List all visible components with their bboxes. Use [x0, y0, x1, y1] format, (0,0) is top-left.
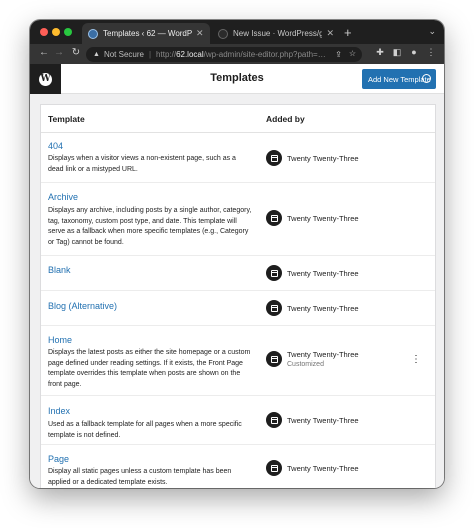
- url-separator: |: [148, 50, 152, 59]
- forward-arrow-icon[interactable]: →: [53, 47, 65, 58]
- browser-menu-icon[interactable]: ⋮: [425, 47, 437, 58]
- theme-name: Twenty Twenty-Three: [287, 268, 359, 278]
- add-new-template-button[interactable]: Add New Template: [362, 69, 436, 89]
- back-arrow-icon[interactable]: ←: [38, 47, 50, 58]
- template-description: Displays when a visitor views a non-exis…: [48, 155, 236, 173]
- added-by: Twenty Twenty-Three: [266, 460, 359, 476]
- added-by: Twenty Twenty-Three: [266, 300, 359, 316]
- extensions-icon[interactable]: ✚: [374, 47, 386, 58]
- template-link[interactable]: Home: [48, 335, 72, 345]
- added-by: Twenty Twenty-Three: [266, 150, 359, 166]
- tab-search-chevron-icon[interactable]: ⌄: [428, 26, 436, 37]
- editor-header: W Templates Add New Template: [30, 64, 444, 94]
- url-host: 62.local: [176, 50, 204, 59]
- column-header-template: Template: [48, 114, 85, 124]
- table-row: Blog (Alternative) Twenty Twenty-Three: [41, 291, 435, 326]
- table-row: Page Display all static pages unless a c…: [41, 445, 435, 488]
- template-link[interactable]: Index: [48, 406, 70, 416]
- warning-icon: ▲: [93, 51, 100, 58]
- browser-toolbar: ← → ↻ ▲ Not Secure | http://62.local/wp-…: [30, 44, 444, 64]
- column-header-added-by: Added by: [266, 114, 305, 124]
- tab-templates[interactable]: Templates ‹ 62 — WordPress ✕: [82, 23, 210, 44]
- tab-title: Templates ‹ 62 — WordPress: [103, 29, 192, 38]
- added-by: Twenty Twenty-Three Customized: [266, 350, 359, 368]
- wordpress-logo-icon: W: [39, 72, 52, 86]
- theme-name: Twenty Twenty-Three: [287, 463, 359, 473]
- added-by: Twenty Twenty-Three: [266, 210, 359, 226]
- more-actions-icon[interactable]: ⋮: [411, 355, 421, 365]
- added-by: Twenty Twenty-Three: [266, 412, 359, 428]
- template-link[interactable]: Blank: [48, 265, 71, 275]
- table-header: Template Added by: [41, 105, 435, 133]
- theme-name: Twenty Twenty-Three: [287, 350, 359, 359]
- address-bar[interactable]: ▲ Not Secure | http://62.local/wp-admin/…: [86, 47, 362, 62]
- sidebar-icon[interactable]: ◧: [391, 47, 403, 58]
- url-scheme: http://: [156, 50, 177, 59]
- window-maximize-button[interactable]: [64, 28, 72, 36]
- table-row: Blank Twenty Twenty-Three: [41, 256, 435, 291]
- tab-title: New Issue · WordPress/gutenb…: [233, 29, 323, 38]
- template-link[interactable]: Archive: [48, 192, 78, 202]
- browser-window: Templates ‹ 62 — WordPress ✕ New Issue ·…: [30, 20, 444, 488]
- template-link[interactable]: Blog (Alternative): [48, 301, 117, 311]
- github-favicon-icon: [218, 28, 228, 39]
- added-by: Twenty Twenty-Three: [266, 265, 359, 281]
- theme-name: Twenty Twenty-Three: [287, 303, 359, 313]
- share-icon[interactable]: ⇪: [335, 50, 342, 59]
- theme-name: Twenty Twenty-Three: [287, 415, 359, 425]
- templates-table: Template Added by 404 Displays when a vi…: [40, 104, 436, 488]
- template-description: Display all static pages unless a custom…: [48, 468, 232, 486]
- table-row: 404 Displays when a visitor views a non-…: [41, 133, 435, 183]
- theme-layout-icon: [266, 300, 282, 316]
- template-link[interactable]: Page: [48, 454, 69, 464]
- customized-status: Customized: [287, 361, 324, 368]
- window-minimize-button[interactable]: [52, 28, 60, 36]
- url-path: /wp-admin/site-editor.php?path=…: [203, 50, 326, 59]
- theme-name: Twenty Twenty-Three: [287, 213, 359, 223]
- tab-strip: Templates ‹ 62 — WordPress ✕ New Issue ·…: [30, 20, 444, 44]
- template-description: Displays any archive, including posts by…: [48, 207, 252, 246]
- table-row: Home Displays the latest posts as either…: [41, 326, 435, 396]
- template-description: Displays the latest posts as either the …: [48, 349, 251, 388]
- theme-layout-icon: [266, 210, 282, 226]
- table-row: Index Used as a fallback template for al…: [41, 396, 435, 445]
- profile-icon[interactable]: ●: [408, 47, 420, 57]
- bookmark-star-icon[interactable]: ☆: [349, 49, 356, 58]
- theme-layout-icon: [266, 460, 282, 476]
- theme-layout-icon: [266, 150, 282, 166]
- tab-new-issue[interactable]: New Issue · WordPress/gutenb… ✕: [212, 23, 340, 44]
- window-close-button[interactable]: [40, 28, 48, 36]
- templates-content: Template Added by 404 Displays when a vi…: [30, 94, 444, 488]
- table-row: Archive Displays any archive, including …: [41, 183, 435, 256]
- template-description: Used as a fallback template for all page…: [48, 421, 242, 439]
- theme-layout-icon: [266, 351, 282, 367]
- theme-layout-icon: [266, 265, 282, 281]
- theme-layout-icon: [266, 412, 282, 428]
- cursor-indicator-icon: [422, 74, 431, 83]
- security-label: Not Secure: [103, 50, 144, 59]
- reload-icon[interactable]: ↻: [70, 47, 82, 58]
- site-logo-button[interactable]: W: [30, 64, 61, 94]
- tab-close-icon[interactable]: ✕: [196, 28, 204, 39]
- theme-name: Twenty Twenty-Three: [287, 153, 359, 163]
- tab-close-icon[interactable]: ✕: [326, 28, 334, 39]
- template-link[interactable]: 404: [48, 141, 63, 151]
- wordpress-favicon-icon: [88, 28, 98, 39]
- new-tab-icon[interactable]: +: [344, 25, 352, 40]
